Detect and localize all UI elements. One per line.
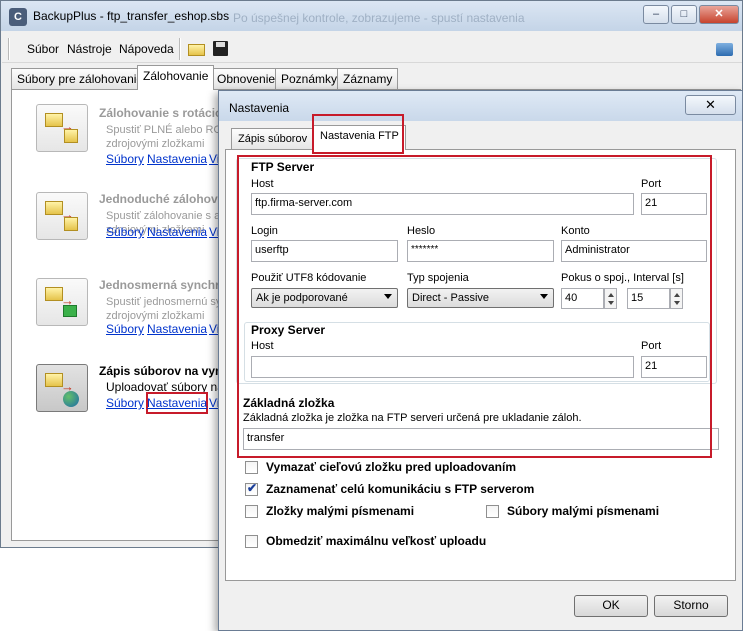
menu-bar: Súbor Nástroje Nápoveda: [2, 35, 742, 63]
ftp-upload-button[interactable]: →: [36, 364, 88, 412]
link-settings[interactable]: Nastavenia: [147, 322, 207, 336]
background-window-title: Po úspešnej kontrole, zobrazujeme - spus…: [233, 11, 525, 25]
link-settings[interactable]: Nastavenia: [147, 152, 207, 166]
tab-logs[interactable]: Záznamy: [337, 68, 399, 89]
maximize-button[interactable]: □: [671, 5, 697, 24]
checkmark-icon: ✔: [247, 481, 258, 495]
menu-subor[interactable]: Súbor: [27, 42, 59, 56]
item-title: Zálohovanie s rotáciou: [99, 106, 230, 120]
link-settings[interactable]: Nastavenia: [147, 225, 207, 239]
toolbar-separator: [179, 38, 181, 60]
minimize-icon: ‒: [652, 8, 660, 20]
lowercase-folders-checkbox[interactable]: [245, 505, 258, 518]
log-all-label: Zaznamenať celú komunikáciu s FTP server…: [266, 482, 535, 496]
item-desc: Spustiť zálohovanie s ak: [106, 210, 226, 222]
item-title: Zápis súborov na vym: [99, 364, 226, 378]
link-settings[interactable]: Nastavenia: [147, 396, 207, 410]
tab-file-write[interactable]: Zápis súborov: [231, 128, 315, 149]
close-icon: ✕: [714, 8, 724, 20]
main-title-bar[interactable]: C BackupPlus - ftp_transfer_eshop.sbs Po…: [1, 1, 742, 31]
open-folder-icon[interactable]: [187, 40, 207, 58]
menu-nastroje[interactable]: Nástroje: [67, 42, 112, 56]
clear-target-label: Vymazať cieľovú zložku pred uploadovaním: [266, 460, 516, 474]
item-desc: zdrojovými zložkami: [106, 138, 205, 150]
dialog-title: Nastavenia: [229, 101, 290, 115]
dialog-title-bar[interactable]: Nastavenia ✕: [219, 91, 742, 121]
maximize-icon: □: [680, 8, 688, 20]
link-files[interactable]: Súbory: [106, 225, 144, 239]
cancel-button[interactable]: Storno: [654, 595, 728, 617]
ok-button[interactable]: OK: [574, 595, 648, 617]
item-title: Jednoduché zálohova: [99, 192, 225, 206]
close-button[interactable]: ✕: [699, 5, 739, 24]
item-desc: Spustiť PLNÉ alebo ROZ: [106, 124, 229, 136]
lowercase-folders-label: Zložky malými písmenami: [266, 504, 415, 518]
close-icon: ✕: [705, 97, 716, 112]
limit-upload-checkbox[interactable]: [245, 535, 258, 548]
minimize-button[interactable]: ‒: [643, 5, 669, 24]
item-title: Jednosmerná synchro: [99, 278, 228, 292]
tab-backup[interactable]: Zálohovanie: [137, 65, 215, 90]
lowercase-files-label: Súbory malými písmenami: [507, 504, 660, 518]
window-title: BackupPlus - ftp_transfer_eshop.sbs: [33, 9, 230, 23]
item-desc: zdrojovými zložkami: [106, 310, 205, 322]
link-files[interactable]: Súbory: [106, 322, 144, 336]
link-files[interactable]: Súbory: [106, 152, 144, 166]
menu-napoveda[interactable]: Nápoveda: [119, 42, 174, 56]
link-files[interactable]: Súbory: [106, 396, 144, 410]
limit-upload-label: Obmedziť maximálnu veľkosť uploadu: [266, 534, 487, 548]
toolbar-grip: [8, 38, 10, 60]
tab-notes[interactable]: Poznámky: [275, 68, 344, 89]
dialog-close-button[interactable]: ✕: [685, 95, 736, 115]
lowercase-files-checkbox[interactable]: [486, 505, 499, 518]
settings-dialog: Nastavenia ✕ Zápis súborov Nastavenia FT…: [218, 90, 743, 631]
save-icon[interactable]: [211, 40, 231, 58]
tab-files-for-backup[interactable]: Súbory pre zálohovanie: [11, 68, 150, 89]
clear-target-checkbox[interactable]: [245, 461, 258, 474]
brand-logo-icon: [715, 40, 735, 58]
tab-restore[interactable]: Obnovenie: [211, 68, 282, 89]
ftp-settings-panel: FTP Server Host ftp.firma-server.com Por…: [225, 149, 736, 581]
rotation-backup-button[interactable]: →: [36, 104, 88, 152]
log-all-checkbox[interactable]: ✔: [245, 481, 258, 496]
simple-backup-button[interactable]: →: [36, 192, 88, 240]
highlight-ftp-tab: [312, 114, 404, 154]
sync-button[interactable]: →: [36, 278, 88, 326]
highlight-ftp-settings: [237, 155, 712, 458]
app-icon: C: [9, 8, 27, 26]
item-desc: Spustiť jednosmernú sync: [106, 296, 234, 308]
